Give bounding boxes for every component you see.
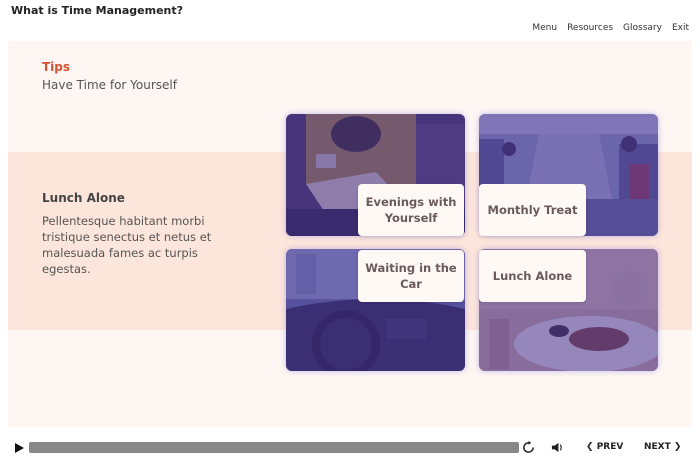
next-label: NEXT	[644, 442, 671, 452]
exit-link[interactable]: Exit	[672, 23, 689, 33]
seek-bar[interactable]	[29, 442, 519, 453]
volume-icon[interactable]	[551, 441, 564, 454]
resources-link[interactable]: Resources	[567, 23, 613, 33]
next-button[interactable]: NEXT ❯	[644, 442, 681, 452]
player-bar: ❮ PREV NEXT ❯	[0, 438, 700, 460]
play-icon[interactable]	[15, 443, 24, 453]
detail-title: Lunch Alone	[42, 191, 125, 205]
prev-label: PREV	[596, 442, 624, 452]
card-monthly[interactable]: Monthly Treat	[479, 184, 586, 236]
detail-body: Pellentesque habitant morbi tristique se…	[42, 214, 212, 276]
glossary-link[interactable]: Glossary	[623, 23, 662, 33]
tips-label: Tips	[42, 60, 71, 74]
slide-content: Tips Have Time for Yourself Lunch Alone …	[8, 41, 692, 427]
top-nav: Menu Resources Glossary Exit	[532, 23, 689, 33]
tips-subtitle: Have Time for Yourself	[42, 78, 177, 92]
card-lunch[interactable]: Lunch Alone	[479, 250, 586, 302]
card-evenings[interactable]: Evenings with Yourself	[358, 184, 464, 236]
menu-link[interactable]: Menu	[532, 23, 557, 33]
prev-button[interactable]: ❮ PREV	[586, 442, 623, 452]
course-title: What is Time Management?	[11, 4, 183, 17]
replay-icon[interactable]	[522, 441, 535, 454]
card-waiting[interactable]: Waiting in the Car	[358, 250, 464, 302]
